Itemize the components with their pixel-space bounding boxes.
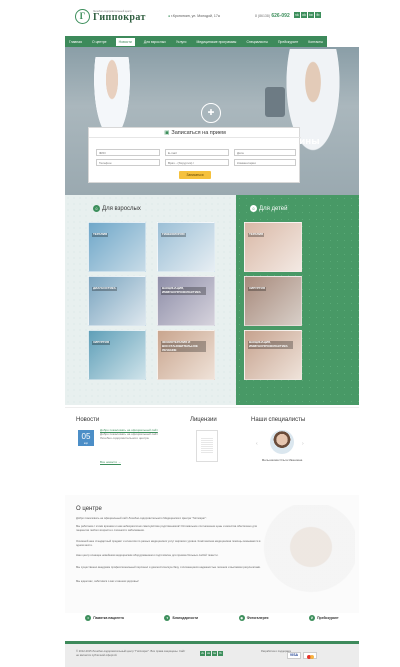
hero-photo-microscope [265, 87, 285, 117]
submit-button[interactable]: Записаться [179, 171, 211, 179]
about-paragraph: Мы ждем вас, заботимся о вас и вашем здо… [76, 580, 139, 583]
about-paragraph: Добро пожаловать на официальный сайт Леч… [76, 517, 207, 520]
tile-physiotherapy[interactable]: Физиотерапия и восстановительное лечение [157, 330, 215, 380]
about-paragraph: Мы работаем с этими врачами и нам небезр… [76, 525, 257, 532]
vk-icon[interactable]: vk [294, 12, 300, 18]
nav-home[interactable]: Главная [68, 40, 83, 44]
about-paragraph: Мы существенно внедряем профессиональный… [76, 566, 261, 569]
about-paragraph: Основной наш стандартный предмет и клиен… [76, 540, 261, 547]
kids-title: ☺ Для детей [250, 205, 288, 212]
license-image[interactable] [196, 430, 218, 462]
nav-prices[interactable]: Прейскурант [277, 40, 299, 44]
tile-kids-therapy[interactable]: Терапия [244, 222, 302, 272]
about-section: О центре Добро пожаловать на официальный… [65, 495, 359, 613]
copyright: © 2012-2015 Лечебно-оздоровительный цент… [76, 650, 186, 657]
nav-contacts[interactable]: Контакты [307, 40, 324, 44]
news-date: 05 апр [78, 430, 94, 446]
date-field[interactable] [234, 149, 296, 156]
quick-links: ≡ Памятка пациента ♥ Благодарности ◉ Фотога… [65, 613, 359, 623]
map-pin-icon: ● [168, 14, 171, 18]
nav-news[interactable]: Новости [115, 37, 135, 46]
slider-prev-icon[interactable]: ⟵ [55, 112, 64, 119]
tile-kids-vaccination[interactable]: Вакцинация, иммунопрофилактика [244, 330, 302, 380]
page: Г Лечебно-оздоровительный центр Гиппокра… [0, 0, 400, 667]
facebook-icon[interactable]: fb [218, 651, 223, 656]
site-footer: © 2012-2015 Лечебно-оздоровительный цент… [65, 641, 359, 667]
info-block: Новости 05 апр Добро пожаловать на официа… [65, 407, 359, 495]
twitter-icon[interactable]: tw [212, 651, 217, 656]
ok-icon[interactable]: ok [206, 651, 211, 656]
footer-social: vk ok tw fb [200, 651, 223, 656]
visa-icon: VISA [287, 652, 301, 659]
ok-icon[interactable]: ok [301, 12, 307, 18]
chevron-left-icon[interactable]: ‹ [256, 441, 258, 447]
adult-icon: ☺ [93, 205, 100, 212]
kids-section: ☺ Для детей Терапия Хирургия Вакцинация, … [236, 195, 359, 405]
slider-next-icon[interactable]: ⟶ [376, 112, 385, 119]
about-title: О центре [76, 506, 102, 512]
specialist-photo[interactable] [270, 430, 294, 454]
tile-vaccination[interactable]: Вакцинация, иммунопрофилактика [157, 276, 215, 326]
adults-section: ☺ Для взрослых Терапия Гинекология Диагно… [65, 195, 236, 405]
doctor-select[interactable] [165, 159, 229, 166]
tile-diagnostics[interactable]: Диагностика [88, 276, 146, 326]
chevron-right-icon[interactable]: › [302, 441, 304, 447]
child-icon: ☺ [250, 205, 257, 212]
name-field[interactable] [96, 149, 160, 156]
nav-specialists[interactable]: Специалисты [245, 40, 268, 44]
news-title: Новости [76, 417, 100, 423]
email-field[interactable] [165, 149, 229, 156]
link-gallery[interactable]: ◉ Фотогалерея [238, 615, 269, 621]
calendar-icon: ▣ [164, 130, 170, 136]
form-title: ▣ Записаться на прием [89, 128, 301, 138]
phone-field[interactable] [96, 159, 160, 166]
nav-services[interactable]: Услуги [175, 40, 187, 44]
camera-icon: ◉ [238, 615, 245, 621]
link-thanks[interactable]: ♥ Благодарности [164, 615, 198, 621]
tile-gynecology[interactable]: Гинекология [157, 222, 215, 272]
nav-adults[interactable]: Для взрослых [143, 40, 167, 44]
mastercard-icon [303, 652, 317, 659]
news-item: Добро пожаловать на официальный сайт Доб… [100, 428, 158, 440]
all-news-link[interactable]: Все новости → [100, 460, 121, 464]
laurel-icon: ✚ [201, 103, 221, 123]
heart-icon: ♥ [164, 615, 171, 621]
facebook-icon[interactable]: fb [315, 12, 321, 18]
logo-icon: Г [75, 9, 90, 24]
logo[interactable]: Г Лечебно-оздоровительный центр Гиппокра… [75, 9, 146, 24]
appointment-form: ▣Записаться на прием Записаться [88, 127, 301, 183]
specialists-title: Наши специалисты [251, 417, 306, 423]
logo-name: Гиппократ [93, 12, 146, 23]
vk-icon[interactable]: vk [200, 651, 205, 656]
about-paragraph: Наш центр оснащен новейшим медицинским о… [76, 554, 219, 557]
licenses-title: Лицензии [190, 417, 217, 423]
social-links: vk ok tw fb [294, 12, 321, 18]
nav-programs[interactable]: Медицинские программы [195, 40, 237, 44]
phone[interactable]: 8 (86138) 626-092 [255, 13, 290, 19]
main-nav: Главная О центре Новости Для взрослых Ус… [65, 36, 327, 47]
price-icon: ₽ [309, 615, 316, 621]
specialist-name: Мельникова Ольга Ивановна [261, 458, 303, 462]
tile-kids-surgery[interactable]: Хирургия [244, 276, 302, 326]
link-patient-memo[interactable]: ≡ Памятка пациента [85, 615, 124, 621]
comment-field[interactable] [234, 159, 296, 166]
link-prices[interactable]: ₽ Прейскурант [309, 615, 339, 621]
tile-therapy[interactable]: Терапия [88, 222, 146, 272]
adults-title: ☺ Для взрослых [93, 205, 141, 212]
nav-about[interactable]: О центре [91, 40, 108, 44]
document-icon: ≡ [85, 615, 92, 621]
address: ● г.Кропоткин, ул. Молодой, 17а [168, 14, 220, 18]
tile-surgery[interactable]: Хирургия [88, 330, 146, 380]
twitter-icon[interactable]: tw [308, 12, 314, 18]
site-header: Г Лечебно-оздоровительный центр Гиппокра… [0, 0, 400, 33]
